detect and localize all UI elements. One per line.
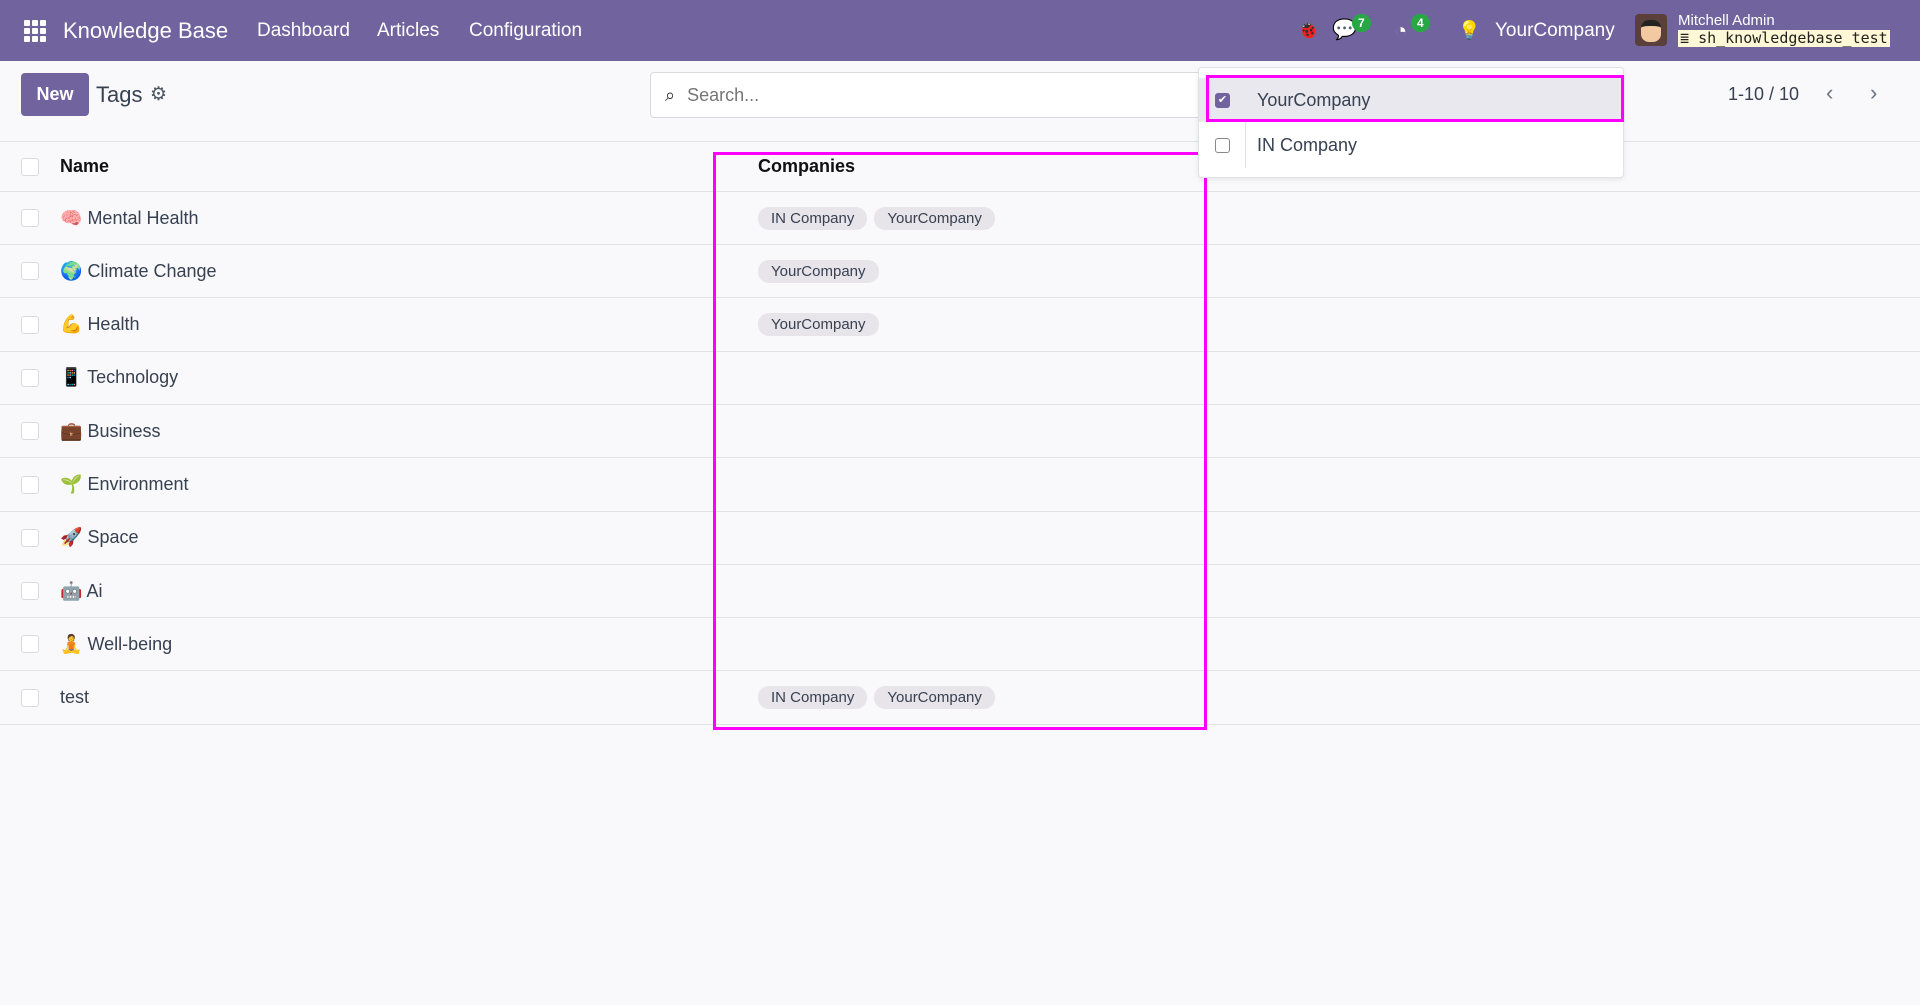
tag-emoji-icon: 💼 — [60, 420, 83, 441]
tag-emoji-icon: 💪 — [60, 314, 83, 335]
pager-prev-icon[interactable]: ‹ — [1826, 80, 1833, 106]
tag-name[interactable]: 🧘 Well-being — [60, 634, 172, 655]
menu-articles[interactable]: Articles — [377, 0, 439, 61]
highlight-companies-column — [713, 152, 1207, 730]
tag-name[interactable]: 📱 Technology — [60, 367, 178, 388]
tag-name[interactable]: test — [60, 687, 89, 708]
tag-name[interactable]: 🧠 Mental Health — [60, 208, 199, 229]
page-title[interactable]: Tags — [96, 82, 142, 108]
tag-name-label: Health — [87, 314, 140, 335]
tag-name-label: Climate Change — [87, 260, 217, 281]
messages-chat-icon[interactable]: 💬 — [1332, 0, 1357, 61]
row-checkbox[interactable] — [21, 688, 39, 707]
tag-emoji-icon: 🌱 — [60, 474, 83, 494]
debug-bug-icon[interactable]: 🐞 — [1297, 0, 1319, 61]
menu-dashboard[interactable]: Dashboard — [257, 0, 350, 61]
tag-name-label: Mental Health — [87, 207, 199, 228]
tag-name-label: Environment — [87, 474, 189, 494]
top-navbar: Knowledge Base Dashboard Articles Config… — [0, 0, 1920, 61]
company-item-in-company[interactable]: IN Company — [1199, 123, 1625, 167]
app-title[interactable]: Knowledge Base — [63, 0, 228, 61]
tag-name-label: test — [60, 687, 90, 708]
company-switcher[interactable]: YourCompany — [1495, 0, 1615, 61]
tag-name-label: Space — [87, 527, 139, 548]
apps-menu-icon[interactable] — [24, 20, 46, 42]
user-name[interactable]: Mitchell Admin — [1678, 13, 1775, 29]
tag-emoji-icon: 🧘 — [60, 633, 83, 654]
row-checkbox[interactable] — [21, 475, 39, 494]
gear-icon[interactable]: ⚙ — [150, 83, 167, 106]
search-bar[interactable]: ⌕ — [650, 72, 1212, 118]
menu-configuration[interactable]: Configuration — [469, 0, 582, 61]
lightbulb-icon[interactable]: 💡 — [1458, 0, 1480, 61]
row-checkbox[interactable] — [21, 368, 39, 387]
row-checkbox[interactable] — [21, 422, 39, 441]
pager-value[interactable]: 1-10 / 10 — [1728, 84, 1799, 105]
tag-name[interactable]: 🌱 Environment — [60, 474, 189, 495]
tag-name-label: Well-being — [87, 633, 173, 654]
tag-emoji-icon: 🧠 — [60, 207, 83, 228]
row-checkbox[interactable] — [21, 528, 39, 547]
tag-emoji-icon: 🚀 — [60, 527, 83, 548]
activities-badge: 4 — [1411, 14, 1430, 32]
tag-emoji-icon: 🤖 — [60, 580, 83, 601]
company-item-label: IN Company — [1257, 134, 1358, 155]
checkbox-icon[interactable] — [1215, 137, 1230, 153]
highlight-selected-company — [1206, 75, 1624, 122]
tag-emoji-icon: 📱 — [60, 367, 83, 388]
select-all-checkbox[interactable] — [21, 157, 39, 176]
column-header-name[interactable]: Name — [60, 156, 109, 177]
row-checkbox[interactable] — [21, 315, 39, 334]
tag-name[interactable]: 🌍 Climate Change — [60, 261, 217, 282]
search-icon: ⌕ — [665, 84, 676, 105]
tag-emoji-icon: 🌍 — [60, 260, 83, 281]
tag-name[interactable]: 🚀 Space — [60, 527, 138, 548]
tag-name[interactable]: 🤖 Ai — [60, 581, 102, 602]
messages-badge: 7 — [1352, 14, 1371, 32]
database-label: sh_knowledgebase_test — [1698, 29, 1888, 47]
avatar[interactable] — [1635, 14, 1667, 46]
row-checkbox[interactable] — [21, 635, 39, 654]
tag-name-label: Ai — [86, 580, 103, 601]
row-checkbox[interactable] — [21, 209, 39, 227]
row-checkbox[interactable] — [21, 582, 39, 601]
database-name: ≣ sh_knowledgebase_test — [1678, 30, 1890, 47]
tag-name-label: Technology — [87, 367, 179, 388]
tag-name-label: Business — [87, 420, 161, 441]
database-icon: ≣ — [1680, 29, 1699, 47]
row-checkbox[interactable] — [21, 262, 39, 281]
tag-name[interactable]: 💪 Health — [60, 314, 139, 335]
tag-name[interactable]: 💼 Business — [60, 421, 160, 442]
activities-clock-icon[interactable]: ◔ — [1394, 0, 1407, 61]
new-button[interactable]: New — [21, 73, 89, 116]
search-input[interactable] — [687, 84, 1168, 106]
pager-next-icon[interactable]: › — [1870, 80, 1877, 106]
